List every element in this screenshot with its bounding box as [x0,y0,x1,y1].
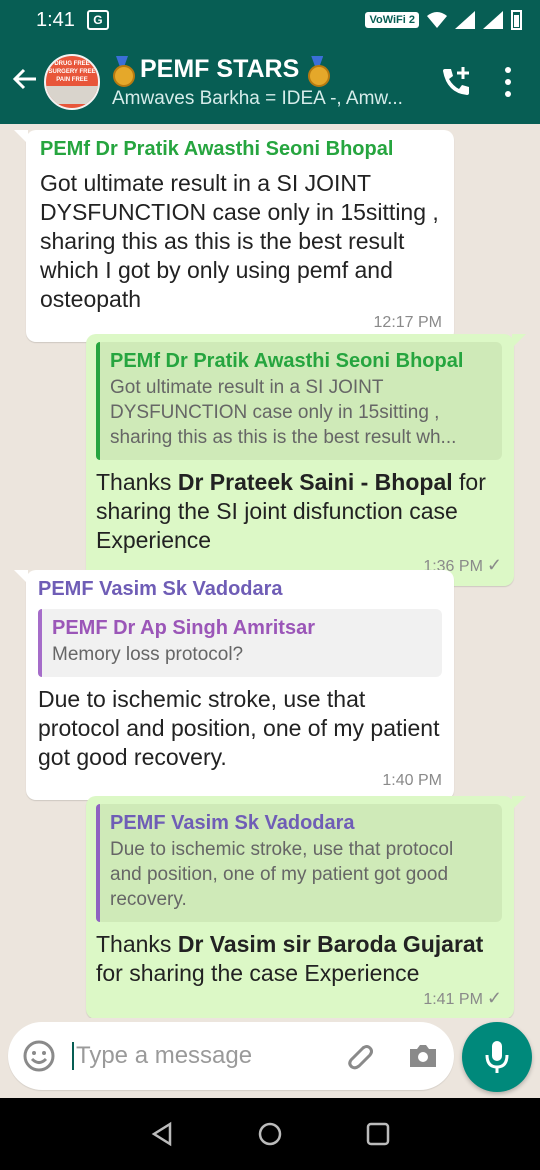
message-text: Thanks Dr Prateek Saini - Bhopal for sha… [96,468,502,555]
message-text-bold: Dr Vasim sir Baroda Gujarat [177,931,484,957]
group-title: PEMF STARS [140,54,300,83]
attach-icon[interactable] [342,1039,376,1073]
outgoing-message[interactable]: PEMf Dr Pratik Awasthi Seoni Bhopal Got … [86,334,526,586]
quoted-sender: PEMf Dr Pratik Awasthi Seoni Bhopal [110,350,464,372]
message-time: 1:41 PM [423,991,483,1008]
quoted-text: Memory loss protocol? [52,644,244,665]
message-text-post: for sharing the case Experience [96,960,420,986]
message-composer: Type a message [8,1022,454,1090]
quoted-text: Got ultimate result in a SI JOINT DYSFUN… [110,377,457,448]
quoted-message[interactable]: PEMF Dr Ap Singh Amritsar Memory loss pr… [38,609,442,677]
incoming-message[interactable]: PEMF Vasim Sk Vadodara PEMF Dr Ap Singh … [14,570,454,800]
back-arrow-icon[interactable] [10,64,44,100]
more-options-button[interactable] [498,67,518,97]
medal-icon [112,56,135,87]
camera-icon[interactable] [406,1039,440,1073]
signal-icon-2 [483,11,503,29]
chat-title-area[interactable]: PEMF STARS Amwaves Barkha = IDEA -, Amw.… [112,55,436,110]
sent-check-icon: ✓ [486,988,502,1008]
sent-check-icon: ✓ [486,555,502,575]
message-time: 1:40 PM [382,772,442,789]
message-sender[interactable]: PEMf Dr Pratik Awasthi Seoni Bhopal [40,138,442,161]
emoji-icon[interactable] [22,1039,56,1073]
avatar-text-2: SURGERY FREE [48,69,96,75]
nav-home-icon[interactable] [256,1120,284,1148]
incoming-message[interactable]: PEMf Dr Pratik Awasthi Seoni Bhopal Got … [14,130,454,342]
vowifi-label: VoWiFi 2 [365,12,419,28]
chat-area[interactable]: PEMf Dr Pratik Awasthi Seoni Bhopal Got … [0,124,540,1018]
quoted-sender: PEMF Vasim Sk Vadodara [110,812,355,834]
dot [505,79,511,85]
avatar-text-3: PAIN FREE [56,77,88,83]
nav-recents-icon[interactable] [364,1120,392,1148]
medal-icon [307,56,331,87]
message-input[interactable]: Type a message [72,1042,342,1070]
message-time: 12:17 PM [373,314,442,331]
mic-icon [485,1041,509,1073]
status-bar: 1:41 G VoWiFi 2 [0,0,540,40]
nav-back-icon[interactable] [148,1120,176,1148]
message-text: Got ultimate result in a SI JOINT DYSFUN… [40,170,439,312]
signal-icon [455,11,475,29]
message-text-bold: Dr Prateek Saini - Bhopal [177,469,453,495]
system-nav-bar [0,1098,540,1170]
group-avatar[interactable]: DRUG FREE SURGERY FREE PAIN FREE [44,54,100,110]
add-call-button[interactable] [436,62,476,102]
message-text-pre: Thanks [96,469,178,495]
battery-icon [511,10,522,30]
dot [505,67,511,73]
quoted-message[interactable]: PEMf Dr Pratik Awasthi Seoni Bhopal Got … [96,342,502,460]
message-meta: 1:41 PM ✓ [96,988,502,1009]
message-sender[interactable]: PEMF Vasim Sk Vadodara [38,578,442,601]
group-subtitle: Amwaves Barkha = IDEA -, Amw... [112,87,403,109]
message-text: Thanks Dr Vasim sir Baroda Gujarat for s… [96,930,502,988]
quoted-text: Due to ischemic stroke, use that protoco… [110,839,454,910]
outgoing-message[interactable]: PEMF Vasim Sk Vadodara Due to ischemic s… [86,796,526,1018]
mic-button[interactable] [462,1022,532,1092]
phone-add-icon [443,67,469,95]
translate-icon: G [86,10,109,30]
quoted-sender: PEMF Dr Ap Singh Amritsar [52,617,315,639]
chat-title-row: PEMF STARS [112,54,436,87]
message-text-pre: Thanks [96,931,178,957]
chat-header: DRUG FREE SURGERY FREE PAIN FREE PEMF ST… [0,40,540,124]
status-time: 1:41 [36,8,75,31]
dot [505,91,511,97]
avatar-photo [46,86,98,104]
quoted-message[interactable]: PEMF Vasim Sk Vadodara Due to ischemic s… [96,804,502,922]
status-icons: VoWiFi 2 [365,10,522,30]
avatar-text-1: DRUG FREE [54,61,90,67]
wifi-icon [427,12,447,28]
message-text: Due to ischemic stroke, use that protoco… [38,686,440,770]
